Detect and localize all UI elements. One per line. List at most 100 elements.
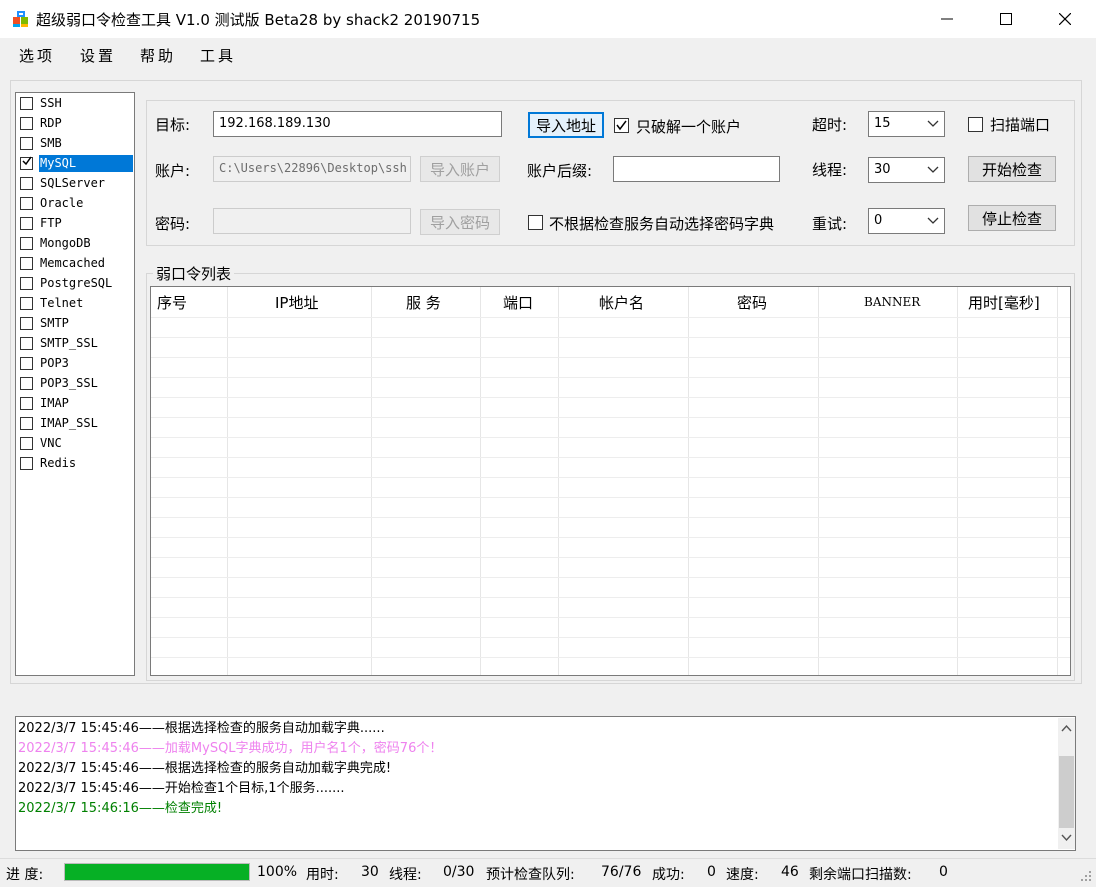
service-label: SSH: [40, 96, 62, 110]
stop-check-button[interactable]: 停止检查: [968, 205, 1056, 231]
service-label: POP3: [40, 356, 69, 370]
service-item-postgresql[interactable]: PostgreSQL: [20, 274, 133, 294]
service-checkbox[interactable]: [20, 197, 33, 210]
grid-row-line: [151, 437, 1070, 438]
service-checkbox[interactable]: [20, 437, 33, 450]
service-checkbox[interactable]: [20, 277, 33, 290]
service-item-pop3[interactable]: POP3: [20, 354, 133, 374]
service-checkbox[interactable]: [20, 137, 33, 150]
grid-row-line: [151, 317, 1070, 318]
start-check-button[interactable]: 开始检查: [968, 156, 1056, 182]
remaining-ports-label: 剩余端口扫描数:: [809, 867, 912, 883]
import-address-button[interactable]: 导入地址: [528, 112, 604, 138]
grid-row-line: [151, 577, 1070, 578]
column-header-port[interactable]: 端口: [503, 287, 533, 317]
column-header-account[interactable]: 帐户名: [599, 287, 644, 317]
service-checkbox[interactable]: [20, 97, 33, 110]
import-password-button[interactable]: 导入密码: [420, 209, 500, 235]
app-windows-icon: [13, 11, 28, 27]
weak-password-table[interactable]: 序号 IP地址 服 务 端口 帐户名 密码 BANNER 用时[毫秒]: [150, 286, 1071, 676]
service-label: SMTP: [40, 316, 69, 330]
service-label: SMTP_SSL: [40, 336, 98, 350]
target-input[interactable]: 192.168.189.130: [213, 111, 502, 137]
service-checkbox[interactable]: [20, 397, 33, 410]
log-line: 2022/3/7 15:45:46——根据选择检查的服务自动加载字典完成!: [18, 761, 392, 776]
retry-select[interactable]: 0: [868, 208, 945, 234]
service-checkbox[interactable]: [20, 257, 33, 270]
timeout-value: 15: [874, 116, 891, 131]
service-item-pop3-ssl[interactable]: POP3_SSL: [20, 374, 133, 394]
service-checkbox[interactable]: [20, 417, 33, 430]
menu-tools[interactable]: 工具: [200, 45, 236, 66]
service-checkbox[interactable]: [20, 177, 33, 190]
threads-status-label: 线程:: [389, 867, 422, 883]
close-button[interactable]: [1036, 0, 1094, 38]
column-header-time[interactable]: 用时[毫秒]: [968, 287, 1040, 317]
service-checkbox[interactable]: [20, 117, 33, 130]
scan-port-checkbox[interactable]: [968, 117, 983, 132]
service-list[interactable]: SSH RDP SMB MySQL SQLServer Oracle FTP M…: [15, 92, 135, 676]
no-auto-dict-label: 不根据检查服务自动选择密码字典: [549, 215, 775, 233]
service-item-memcached[interactable]: Memcached: [20, 254, 133, 274]
service-label: MongoDB: [40, 236, 91, 250]
close-icon: [1059, 13, 1071, 25]
log-scroll-thumb[interactable]: [1059, 756, 1074, 828]
service-item-imap-ssl[interactable]: IMAP_SSL: [20, 414, 133, 434]
service-item-smtp-ssl[interactable]: SMTP_SSL: [20, 334, 133, 354]
service-item-telnet[interactable]: Telnet: [20, 294, 133, 314]
import-account-button[interactable]: 导入账户: [420, 156, 500, 182]
service-item-sqlserver[interactable]: SQLServer: [20, 174, 133, 194]
minimize-button[interactable]: [918, 0, 976, 38]
menu-options[interactable]: 选项: [19, 45, 55, 66]
scroll-down-icon[interactable]: [1061, 834, 1072, 842]
no-auto-dict-checkbox[interactable]: [528, 215, 543, 230]
service-item-oracle[interactable]: Oracle: [20, 194, 133, 214]
service-item-vnc[interactable]: VNC: [20, 434, 133, 454]
service-label: Telnet: [40, 296, 84, 310]
service-item-mongodb[interactable]: MongoDB: [20, 234, 133, 254]
service-checkbox[interactable]: [20, 156, 33, 170]
title-bar[interactable]: 超级弱口令检查工具 V1.0 测试版 Beta28 by shack2 2019…: [0, 0, 1096, 38]
password-input[interactable]: [213, 208, 411, 234]
grid-row-line: [151, 657, 1070, 658]
threads-select[interactable]: 30: [868, 157, 945, 183]
service-checkbox[interactable]: [20, 237, 33, 250]
account-input[interactable]: C:\Users\22896\Desktop\ssh: [213, 156, 411, 182]
log-output[interactable]: 2022/3/7 15:45:46——根据选择检查的服务自动加载字典......…: [15, 716, 1076, 851]
service-checkbox[interactable]: [20, 297, 33, 310]
grid-row-line: [151, 457, 1070, 458]
column-header-index[interactable]: 序号: [157, 287, 187, 317]
service-item-ftp[interactable]: FTP: [20, 214, 133, 234]
grid-row-line: [151, 497, 1070, 498]
service-checkbox[interactable]: [20, 377, 33, 390]
log-line: 2022/3/7 15:45:46——加载MySQL字典成功，用户名1个，密码7…: [18, 741, 443, 756]
menu-help[interactable]: 帮助: [140, 45, 176, 66]
service-label: Redis: [40, 456, 77, 470]
only-one-account-checkbox[interactable]: [614, 118, 629, 133]
service-item-redis[interactable]: Redis: [20, 454, 133, 474]
column-header-service[interactable]: 服 务: [406, 287, 441, 317]
service-checkbox[interactable]: [20, 217, 33, 230]
service-item-rdp[interactable]: RDP: [20, 114, 133, 134]
account-suffix-input[interactable]: [613, 156, 780, 182]
service-item-mysql[interactable]: MySQL: [20, 154, 133, 174]
service-checkbox[interactable]: [20, 337, 33, 350]
column-header-ip[interactable]: IP地址: [275, 287, 318, 317]
service-item-smb[interactable]: SMB: [20, 134, 133, 154]
timeout-select[interactable]: 15: [868, 111, 945, 137]
scroll-up-icon[interactable]: [1061, 724, 1072, 732]
service-checkbox[interactable]: [20, 357, 33, 370]
grid-row-line: [151, 477, 1070, 478]
column-header-password[interactable]: 密码: [737, 287, 767, 317]
service-checkbox[interactable]: [20, 457, 33, 470]
maximize-button[interactable]: [977, 0, 1035, 38]
service-item-ssh[interactable]: SSH: [20, 94, 133, 114]
weak-password-list-title: 弱口令列表: [153, 263, 235, 284]
service-checkbox[interactable]: [20, 317, 33, 330]
service-item-imap[interactable]: IMAP: [20, 394, 133, 414]
service-label: RDP: [40, 116, 62, 130]
resize-grip-icon[interactable]: [1078, 868, 1092, 882]
menu-settings[interactable]: 设置: [80, 45, 116, 66]
column-header-banner[interactable]: BANNER: [864, 287, 920, 317]
service-item-smtp[interactable]: SMTP: [20, 314, 133, 334]
